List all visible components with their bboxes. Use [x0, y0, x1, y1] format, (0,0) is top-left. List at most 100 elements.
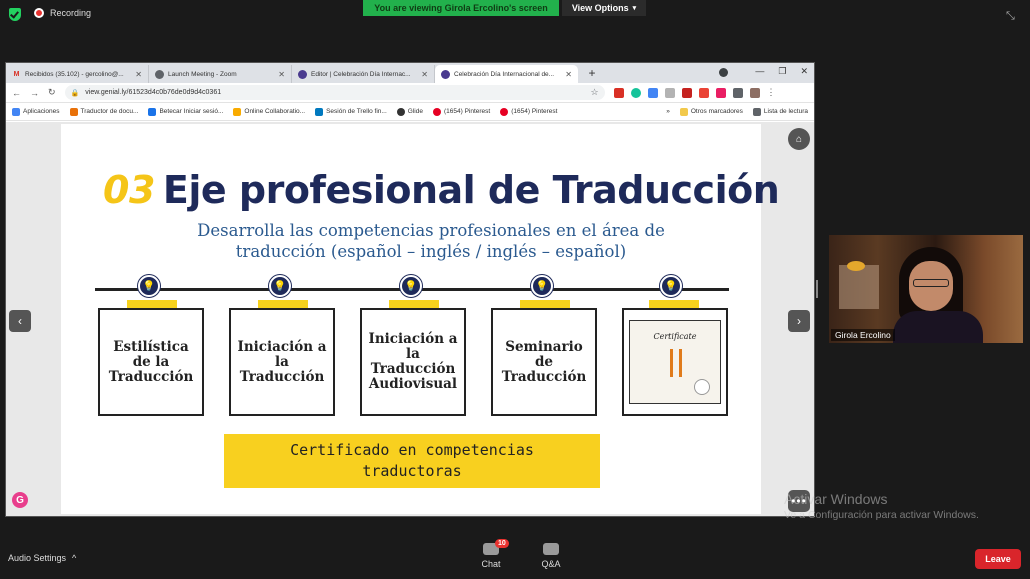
close-tab-icon[interactable]: ✕: [135, 70, 142, 79]
bookmark-star-icon[interactable]: ☆: [590, 87, 598, 98]
tab-title: Editor | Celebración Día Internac...: [311, 70, 411, 78]
audio-settings-button[interactable]: Audio Settings ^: [8, 553, 76, 563]
forward-icon[interactable]: →: [30, 88, 39, 98]
qa-button[interactable]: Q&A: [531, 543, 571, 569]
reading-list-icon: [752, 107, 761, 116]
exit-fullscreen-icon[interactable]: ⤡: [1006, 10, 1015, 23]
new-tab-button[interactable]: +: [584, 66, 600, 80]
recording-dot-icon: [34, 8, 44, 18]
close-window-icon[interactable]: ✕: [800, 66, 808, 77]
bookmark-item[interactable]: Betecar Iniciar sesió...: [148, 107, 223, 116]
browser-tab-zoom[interactable]: Launch Meeting - Zoom ✕: [149, 65, 292, 83]
genially-icon: [298, 69, 307, 79]
watermark-title: Activar Windows: [784, 491, 888, 507]
lightbulb-icon: 💡: [531, 275, 553, 297]
lightbulb-icon: 💡: [269, 275, 291, 297]
m-extension-icon[interactable]: [681, 87, 692, 98]
bookmark-favicon-icon: [69, 107, 78, 116]
user-profile-icon[interactable]: ⌂: [788, 128, 810, 150]
megaphone-extension-icon[interactable]: [698, 87, 709, 98]
previous-slide-button[interactable]: ‹: [9, 310, 31, 332]
browser-toolbar: ← → ↻ 🔒 view.genial.ly/61523d4c0b76de0d9…: [6, 83, 814, 103]
grammarly-extension-icon[interactable]: [630, 87, 641, 98]
banner-line: Certificado en competencias: [290, 441, 534, 459]
address-bar[interactable]: 🔒 view.genial.ly/61523d4c0b76de0d9d4c036…: [64, 85, 605, 100]
card-line: Traducción: [501, 368, 587, 385]
other-bookmarks-label: Otros marcadores: [690, 108, 743, 115]
genially-logo-icon[interactable]: G: [12, 492, 28, 508]
reload-icon[interactable]: ↻: [48, 87, 56, 98]
extensions-area: ⋮: [613, 87, 776, 98]
view-options-label: View Options: [571, 3, 629, 13]
bookmark-item[interactable]: (1654) Pinterest: [432, 107, 490, 116]
profile-avatar[interactable]: [749, 87, 760, 98]
slide-number: 03: [103, 168, 155, 212]
page-viewport: 03 Eje profesional de Traducción Desarrol…: [6, 122, 814, 516]
chat-label: Chat: [481, 559, 501, 569]
shared-browser-window: M Recibidos (35.102) - gercolino@... ✕ L…: [5, 62, 815, 517]
browser-tab-celebracion[interactable]: Celebración Día Internacional de... ✕: [435, 65, 578, 83]
bookmarks-bar: Aplicaciones Traductor de docu... Beteca…: [6, 103, 814, 121]
gmail-icon: M: [13, 70, 20, 78]
bookmark-label: Aplicaciones: [23, 108, 60, 115]
apps-grid-icon: [12, 107, 20, 116]
restore-icon[interactable]: ❐: [778, 66, 786, 77]
translate-extension-icon[interactable]: [647, 87, 658, 98]
bookmark-item[interactable]: Online Collaboratio...: [233, 107, 306, 116]
leave-button[interactable]: Leave: [975, 549, 1021, 569]
bookmark-label: Traductor de docu...: [80, 108, 139, 115]
bookmark-item[interactable]: Glide: [396, 107, 423, 116]
lightbulb-icon: 💡: [138, 275, 160, 297]
card-line: Traducción: [370, 361, 456, 377]
back-icon[interactable]: ←: [12, 88, 21, 98]
slide-subtitle: Desarrolla las competencias profesionale…: [171, 220, 691, 262]
lock-icon[interactable]: 🔒: [71, 89, 80, 97]
video-panel-handle[interactable]: [816, 280, 818, 298]
close-tab-icon[interactable]: ✕: [565, 70, 572, 79]
slide-title: Eje profesional de Traducción: [162, 168, 780, 212]
course-card-estilistica: Estilística de la Traducción: [98, 308, 204, 416]
chat-button[interactable]: 10 Chat: [471, 539, 511, 569]
glide-icon: [396, 107, 405, 116]
bookmark-item[interactable]: Traductor de docu...: [69, 107, 139, 116]
other-bookmarks-folder[interactable]: Otros marcadores: [679, 107, 743, 116]
minimize-icon[interactable]: —: [755, 66, 764, 77]
trello-icon: [315, 107, 324, 116]
recording-indicator[interactable]: Recording: [34, 8, 91, 18]
chat-unread-badge: 10: [495, 539, 509, 548]
bookmark-item[interactable]: Aplicaciones: [12, 107, 60, 116]
participant-name-label: Girola Ercolino: [831, 329, 895, 341]
reading-list-button[interactable]: Lista de lectura: [752, 107, 808, 116]
window-controls: — ❐ ✕: [755, 66, 808, 77]
bookmark-label: (1654) Pinterest: [511, 108, 558, 115]
globe-icon: [155, 69, 164, 79]
card-line: la: [406, 346, 420, 362]
browser-tab-editor[interactable]: Editor | Celebración Día Internac... ✕: [292, 65, 435, 83]
close-tab-icon[interactable]: ✕: [278, 70, 285, 79]
certificate-image: Certificate: [629, 320, 721, 404]
pdf-extension-icon[interactable]: [613, 87, 624, 98]
tab-title: Launch Meeting - Zoom: [168, 70, 237, 78]
qa-label: Q&A: [541, 559, 561, 569]
puzzle-extensions-icon[interactable]: [732, 87, 743, 98]
bookmark-item[interactable]: Sesión de Trello fin...: [315, 107, 387, 116]
card-line: Audiovisual: [368, 376, 458, 392]
next-slide-button[interactable]: ›: [788, 310, 810, 332]
browser-menu-icon[interactable]: ⋮: [767, 87, 776, 98]
view-options-button[interactable]: View Options ▾: [562, 0, 646, 16]
bookmark-item[interactable]: (1654) Pinterest: [500, 107, 558, 116]
close-tab-icon[interactable]: ✕: [421, 70, 428, 79]
clip-extension-icon[interactable]: [715, 87, 726, 98]
tab-title: Celebración Día Internacional de...: [454, 70, 555, 78]
bookmark-label: Online Collaboratio...: [244, 108, 306, 115]
capture-extension-icon[interactable]: [664, 87, 675, 98]
security-shield-icon[interactable]: [9, 8, 21, 21]
bookmarks-overflow-button[interactable]: »: [666, 108, 670, 115]
browser-tab-gmail[interactable]: M Recibidos (35.102) - gercolino@... ✕: [6, 65, 149, 83]
certificate-title: Certificate: [653, 332, 697, 341]
ribbon-icon: [670, 349, 682, 377]
chevron-up-icon: ^: [72, 553, 77, 563]
course-card-iniciacion: Iniciación a la Traducción: [229, 308, 335, 416]
tab-search-icon[interactable]: [719, 68, 728, 77]
participant-video[interactable]: Girola Ercolino: [829, 235, 1023, 343]
